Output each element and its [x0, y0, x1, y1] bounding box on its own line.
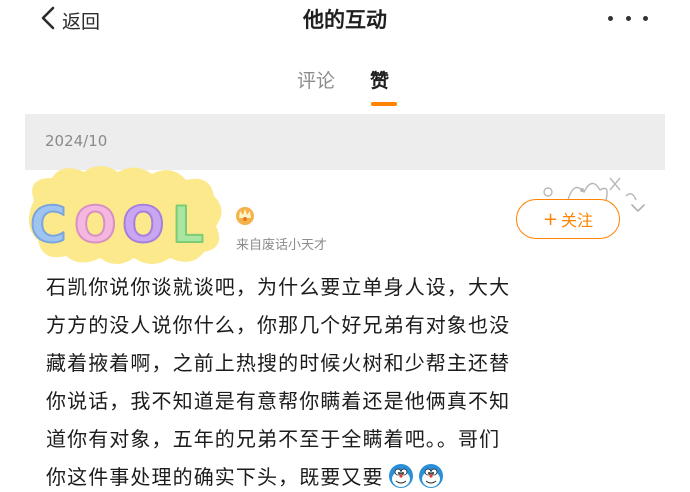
post-line-last: 你这件事处理的确实下头，既要又要 — [46, 458, 656, 492]
doraemon-emoji-icon — [418, 463, 444, 489]
svg-text:C: C — [30, 196, 67, 254]
cool-sticker-badge[interactable]: C O O L — [22, 160, 228, 270]
more-dots-icon[interactable] — [608, 10, 648, 26]
follow-button[interactable]: + 关注 — [516, 199, 620, 239]
post-line: 石凯你说你谈就谈吧，为什么要立单身人设，大大 — [46, 275, 511, 299]
post-line-text: 你这件事处理的确实下头，既要又要 — [46, 465, 384, 489]
plus-icon: + — [542, 208, 559, 230]
post-line: 藏着掖着啊，之前上热搜的时候火树和少帮主还替 — [46, 351, 511, 375]
date-label: 2024/10 — [45, 132, 108, 150]
source-label: 来自废话小天才 — [236, 238, 328, 253]
doraemon-emoji-icon — [388, 463, 414, 489]
chevron-down-icon[interactable] — [630, 198, 646, 213]
tab-likes[interactable]: 赞 — [370, 66, 389, 93]
svg-text:O: O — [122, 196, 165, 254]
follow-label: 关注 — [561, 211, 594, 230]
post-line: 你说话，我不知道是有意帮你瞒着还是他俩真不知 — [46, 389, 511, 413]
page-title: 他的互动 — [303, 8, 387, 32]
active-tab-indicator — [371, 102, 397, 106]
post-line: 道你有对象，五年的兄弟不至于全瞒着吧。。哥们 — [46, 427, 501, 451]
interaction-tabs: 评论 赞 — [0, 62, 690, 110]
top-nav-bar: 返回 他的互动 — [0, 0, 690, 46]
crown-icon — [234, 204, 256, 226]
svg-text:O: O — [74, 196, 117, 254]
post-line: 方方的没人说你什么，你那几个好兄弟有对象也没 — [46, 313, 511, 337]
tab-comments[interactable]: 评论 — [297, 66, 335, 93]
svg-text:L: L — [172, 196, 204, 254]
post-text: 石凯你说你谈就谈吧，为什么要立单身人设，大大 方方的没人说你什么，你那几个好兄弟… — [46, 268, 656, 492]
